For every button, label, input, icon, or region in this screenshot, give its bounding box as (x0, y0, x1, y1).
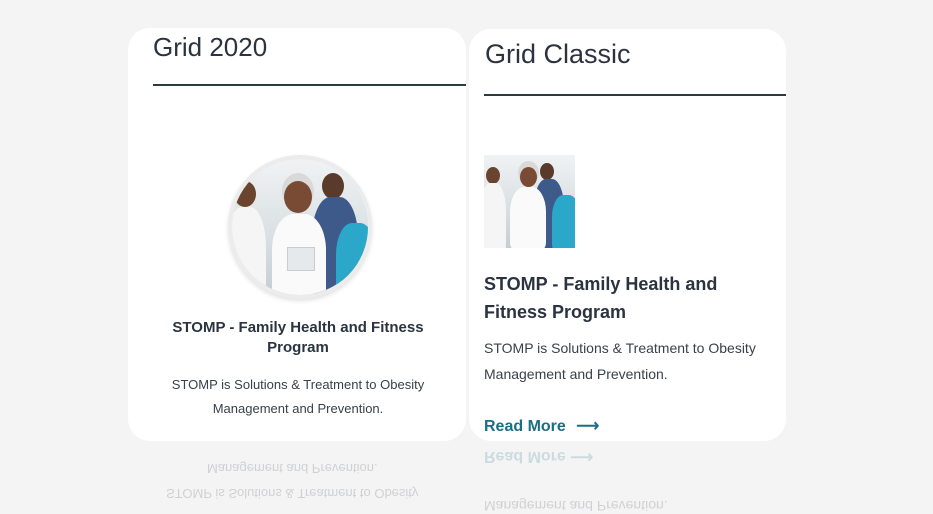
post-heading[interactable]: STOMP - Family Health and Fitness Progra… (158, 318, 438, 358)
title-divider (484, 94, 786, 96)
read-more-label: Read More (484, 418, 566, 435)
post-image-square[interactable] (484, 155, 575, 248)
grid-classic-card: Grid Classic STOMP - Family Health and F… (469, 29, 786, 441)
reflection-text: Management and Prevention. (207, 461, 378, 476)
grid-2020-title: Grid 2020 (153, 32, 268, 62)
reflection-read-more: Read More ⟶ (484, 448, 594, 465)
post-image-circle[interactable] (228, 155, 372, 299)
post-photo (232, 159, 368, 295)
arrow-right-icon: ⟶ (576, 418, 600, 435)
title-divider (153, 84, 466, 86)
reflection-text: STOMP is Solutions & Treatment to Obesit… (166, 486, 419, 501)
read-more-link[interactable]: Read More ⟶ (484, 416, 599, 436)
reflection-text: Management and Prevention. (484, 498, 668, 514)
post-heading[interactable]: STOMP - Family Health and Fitness Progra… (484, 270, 774, 326)
post-excerpt: STOMP is Solutions & Treatment to Obesit… (484, 340, 756, 382)
grid-classic-title: Grid Classic (485, 39, 631, 69)
grid-2020-card: Grid 2020 STOMP - Family Health and Fitn… (128, 28, 466, 441)
post-excerpt: STOMP is Solutions & Treatment to Obesit… (171, 377, 425, 416)
post-photo (484, 155, 575, 248)
